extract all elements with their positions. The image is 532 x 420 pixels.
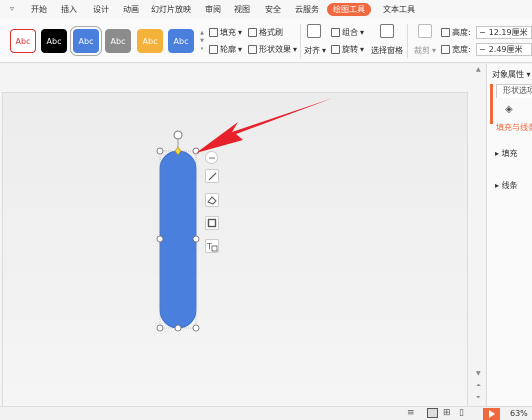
- divider: [407, 24, 408, 58]
- group-icon: [331, 28, 340, 37]
- shape-effects-button[interactable]: 形状效果 ▾: [248, 44, 297, 55]
- shape-effects-icon: [248, 45, 257, 54]
- align-label: 对齐: [304, 46, 320, 55]
- tab-drawing-tools[interactable]: 绘图工具: [327, 3, 371, 16]
- outline-icon: [209, 45, 218, 54]
- width-label: 宽度:: [452, 45, 471, 54]
- style-swatch-black[interactable]: Abc: [41, 29, 67, 53]
- tab-review[interactable]: 审阅: [205, 4, 221, 15]
- tab-design[interactable]: 设计: [93, 4, 109, 15]
- align-icon: [307, 24, 321, 38]
- style-swatch-orange[interactable]: Abc: [137, 29, 163, 53]
- shape-fill-icon[interactable]: [205, 193, 219, 207]
- scroll-down-icon[interactable]: ▼: [476, 370, 481, 377]
- fill-label: 填充: [220, 28, 236, 37]
- tab-shape-options[interactable]: 形状选项: [496, 84, 532, 98]
- selection-pane-label: 选择窗格: [371, 46, 403, 55]
- tab-home[interactable]: 开始: [31, 4, 47, 15]
- selection-pane-icon: [380, 24, 394, 38]
- outline-label: 轮廓: [220, 45, 236, 54]
- tab-slideshow[interactable]: 幻灯片放映: [151, 4, 191, 15]
- selection-pane-button[interactable]: 选择窗格: [371, 45, 403, 56]
- height-label-wrap: 高度:: [441, 27, 471, 38]
- outline-button[interactable]: 轮廓 ▾: [209, 44, 242, 55]
- chevron-down-icon: ▾: [360, 28, 365, 37]
- divider: [300, 24, 301, 58]
- width-icon: [441, 45, 450, 54]
- scroll-up-icon[interactable]: ▲: [476, 66, 481, 73]
- normal-view-icon[interactable]: [427, 408, 438, 418]
- tab-insert[interactable]: 插入: [61, 4, 77, 15]
- rotate-label: 旋转: [342, 45, 358, 54]
- style-swatch-gray[interactable]: Abc: [105, 29, 131, 53]
- play-slideshow-button[interactable]: [483, 408, 500, 420]
- next-page-icon[interactable]: ⏷: [476, 394, 481, 402]
- slide-sorter-icon[interactable]: ⊞: [443, 408, 451, 418]
- style-gallery-scroll[interactable]: ▲ ▼ ▾: [199, 29, 205, 53]
- shape-text-icon[interactable]: T: [205, 239, 219, 253]
- crop-label: 裁剪: [414, 46, 430, 55]
- tab-cloud[interactable]: 云服务: [295, 4, 319, 15]
- format-brush-label: 格式刷: [259, 28, 283, 37]
- edit-shape-icon[interactable]: [205, 169, 219, 183]
- group-label: 组合: [342, 28, 358, 37]
- menu-bar: ▿ 开始 插入 设计 动画 幻灯片放映 审阅 视图 安全 云服务 绘图工具 文本…: [0, 0, 532, 19]
- shape-effects-label: 形状效果: [259, 45, 291, 54]
- height-icon: [441, 28, 450, 37]
- width-label-wrap: 宽度:: [441, 44, 471, 55]
- fill-icon: [209, 28, 218, 37]
- crop-button[interactable]: 裁剪 ▾: [414, 45, 436, 56]
- shape-outline-icon[interactable]: [205, 216, 219, 230]
- chevron-down-icon: ▾: [293, 45, 298, 54]
- rotate-button[interactable]: 旋转 ▾: [331, 44, 364, 55]
- crop-icon: [418, 24, 432, 38]
- prev-page-icon[interactable]: ⏶: [476, 382, 481, 390]
- object-properties-pane: 对象属性 ▾ 形状选项 ◈ 填充与线条 ▸ 填充 ▸ 线条: [486, 64, 532, 406]
- chevron-down-icon: ▾: [432, 46, 437, 55]
- chevron-down-icon: ▾: [322, 46, 327, 55]
- height-input[interactable]: − 12.19厘米: [476, 26, 532, 39]
- style-swatch-outline-red[interactable]: Abc: [10, 29, 36, 53]
- minus-icon[interactable]: −: [479, 28, 486, 37]
- section-fill[interactable]: ▸ 填充: [495, 148, 518, 159]
- zoom-level[interactable]: 63%: [510, 409, 528, 418]
- tab-text-tools[interactable]: 文本工具: [383, 4, 415, 15]
- menu-chevron-icon[interactable]: ▿: [10, 4, 14, 13]
- tab-security[interactable]: 安全: [265, 4, 281, 15]
- fill-button[interactable]: 填充 ▾: [209, 27, 242, 38]
- tab-view[interactable]: 视图: [234, 4, 250, 15]
- fill-bucket-icon[interactable]: ◈: [505, 104, 513, 115]
- height-label: 高度:: [452, 28, 471, 37]
- pane-title: 对象属性 ▾: [492, 70, 531, 79]
- ribbon: Abc Abc Abc Abc Abc Abc ▲ ▼ ▾ 填充 ▾ 格式刷 轮廓 …: [0, 19, 532, 63]
- canvas-area: [0, 64, 485, 420]
- chevron-down-icon: ▾: [360, 45, 365, 54]
- height-value: 12.19厘米: [488, 28, 528, 37]
- section-line[interactable]: ▸ 线条: [495, 180, 518, 191]
- style-swatch-blue[interactable]: Abc: [168, 29, 194, 53]
- svg-text:T: T: [206, 242, 212, 251]
- chevron-down-icon: ▾: [238, 28, 243, 37]
- width-value: 2.49厘米: [488, 45, 523, 54]
- rotate-icon: [331, 45, 340, 54]
- format-brush-button[interactable]: 格式刷: [248, 27, 283, 38]
- width-input[interactable]: − 2.49厘米: [476, 43, 532, 56]
- notes-icon[interactable]: ≡: [407, 408, 415, 418]
- group-button[interactable]: 组合 ▾: [331, 27, 364, 38]
- status-bar: ≡ ⊞ ▯ 63%: [0, 406, 532, 420]
- pane-accent-bar: [490, 84, 493, 124]
- vertical-scrollbar[interactable]: ▲ ▼ ⏶ ⏷: [474, 64, 484, 406]
- collapse-icon[interactable]: [205, 151, 218, 164]
- tab-animation[interactable]: 动画: [123, 4, 139, 15]
- reading-view-icon[interactable]: ▯: [459, 408, 464, 418]
- style-swatch-blue-selected[interactable]: Abc: [70, 26, 102, 56]
- slide[interactable]: [2, 92, 468, 420]
- format-brush-icon: [248, 28, 257, 37]
- minus-icon[interactable]: −: [479, 45, 486, 54]
- chevron-down-icon: ▾: [238, 45, 243, 54]
- tab-fill-and-line[interactable]: 填充与线条: [496, 122, 532, 133]
- align-button[interactable]: 对齐 ▾: [304, 45, 326, 56]
